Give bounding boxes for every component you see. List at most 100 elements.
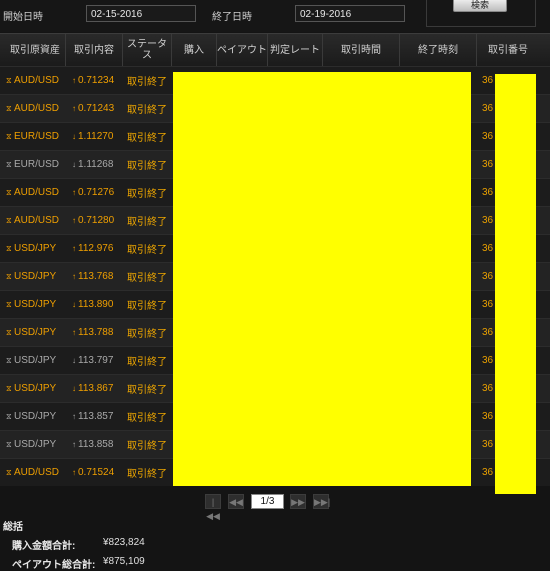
- start-date-input[interactable]: 02-15-2016: [86, 5, 196, 22]
- asset-cell: ⧖ AUD/USD: [6, 207, 59, 234]
- asset-cell: ⧖ USD/JPY: [6, 319, 56, 346]
- summary-title: 総括: [3, 522, 23, 533]
- rate-cell: ↑ 0.71243: [72, 95, 114, 122]
- column-header-trade-time[interactable]: 取引時間: [322, 34, 399, 66]
- arrow-up-icon: ↑: [72, 468, 76, 477]
- trade-number-cell: 36: [482, 355, 494, 366]
- asset-label: USD/JPY: [14, 327, 57, 338]
- hourglass-icon: ⧖: [6, 299, 12, 309]
- column-header-judge-rate[interactable]: 判定レート: [267, 34, 322, 66]
- redaction-block-number: [495, 74, 536, 494]
- trade-number-cell: 36: [482, 75, 494, 86]
- column-header-content[interactable]: 取引内容: [65, 34, 122, 66]
- asset-label: USD/JPY: [14, 383, 57, 394]
- trade-number-cell: 36: [482, 131, 494, 142]
- arrow-up-icon: ↑: [72, 76, 76, 85]
- status-cell: 取引終了: [127, 441, 167, 452]
- rate-value: 113.788: [78, 327, 114, 338]
- arrow-down-icon: ↓: [72, 132, 76, 141]
- column-header-status[interactable]: ステータス: [122, 34, 171, 66]
- rate-value: 0.71276: [78, 187, 115, 198]
- trade-number-cell: 36: [482, 327, 494, 338]
- hourglass-icon: ⧖: [6, 103, 12, 113]
- arrow-up-icon: ↑: [72, 328, 76, 337]
- asset-cell: ⧖ EUR/USD: [6, 123, 59, 150]
- hourglass-icon: ⧖: [6, 215, 12, 225]
- payout-total-label: ペイアウト総合計:: [12, 560, 96, 571]
- asset-cell: ⧖ USD/JPY: [6, 291, 56, 318]
- status-cell: 取引終了: [127, 105, 167, 116]
- rate-cell: ↓ 113.797: [72, 347, 113, 374]
- column-header-payout[interactable]: ペイアウト: [216, 34, 267, 66]
- asset-label: AUD/USD: [14, 187, 60, 198]
- trade-number-cell: 36: [482, 411, 494, 422]
- rate-value: 113.857: [78, 411, 114, 422]
- asset-label: USD/JPY: [14, 299, 57, 310]
- pager-prev-button[interactable]: ◀◀: [228, 494, 244, 509]
- status-cell: 取引終了: [127, 133, 167, 144]
- pager-page-input[interactable]: 1/3: [251, 494, 284, 509]
- search-button[interactable]: 検索: [453, 0, 507, 12]
- asset-cell: ⧖ AUD/USD: [6, 67, 59, 94]
- hourglass-icon: ⧖: [6, 75, 12, 85]
- hourglass-icon: ⧖: [6, 467, 12, 477]
- trade-number-cell: 36: [482, 439, 494, 450]
- arrow-up-icon: ↑: [72, 272, 76, 281]
- asset-label: USD/JPY: [14, 439, 57, 450]
- asset-label: USD/JPY: [14, 271, 57, 282]
- column-header-end-time[interactable]: 終了時刻: [399, 34, 476, 66]
- rate-cell: ↑ 0.71280: [72, 207, 114, 234]
- hourglass-icon: ⧖: [6, 439, 12, 449]
- asset-cell: ⧖ USD/JPY: [6, 263, 56, 290]
- rate-cell: ↑ 113.768: [72, 263, 113, 290]
- pager-next-button[interactable]: ▶▶: [290, 494, 306, 509]
- rate-cell: ↑ 113.858: [72, 431, 113, 458]
- arrow-down-icon: ↓: [72, 356, 76, 365]
- hourglass-icon: ⧖: [6, 327, 12, 337]
- trade-number-cell: 36: [482, 243, 494, 254]
- asset-cell: ⧖ USD/JPY: [6, 403, 56, 430]
- trade-number-cell: 36: [482, 299, 494, 310]
- rate-cell: ↓ 1.11270: [72, 123, 113, 150]
- end-date-label: 終了日時: [212, 12, 252, 23]
- asset-label: EUR/USD: [14, 131, 60, 142]
- status-cell: 取引終了: [127, 357, 167, 368]
- trade-number-cell: 36: [482, 187, 494, 198]
- trade-number-cell: 36: [482, 271, 494, 282]
- rate-value: 0.71243: [78, 103, 115, 114]
- status-cell: 取引終了: [127, 161, 167, 172]
- trade-number-cell: 36: [482, 383, 494, 394]
- start-date-label: 開始日時: [3, 12, 43, 23]
- pager-last-button[interactable]: ▶▶|: [313, 494, 330, 509]
- arrow-up-icon: ↑: [72, 412, 76, 421]
- arrow-up-icon: ↑: [72, 440, 76, 449]
- rate-cell: ↑ 112.976: [72, 235, 113, 262]
- asset-cell: ⧖ EUR/USD: [6, 151, 59, 178]
- column-header-trade-number[interactable]: 取引番号: [476, 34, 539, 66]
- status-cell: 取引終了: [127, 77, 167, 88]
- status-cell: 取引終了: [127, 217, 167, 228]
- column-header-asset[interactable]: 取引原資産: [6, 34, 64, 66]
- column-header-purchase[interactable]: 購入: [171, 34, 216, 66]
- rate-value: 113.797: [78, 355, 114, 366]
- trade-number-cell: 36: [482, 103, 494, 114]
- end-date-input[interactable]: 02-19-2016: [295, 5, 405, 22]
- rate-cell: ↑ 113.857: [72, 403, 113, 430]
- rate-cell: ↓ 113.867: [72, 375, 113, 402]
- redaction-block-main: [173, 72, 471, 486]
- asset-label: AUD/USD: [14, 467, 60, 478]
- rate-value: 0.71280: [78, 215, 115, 226]
- asset-cell: ⧖ AUD/USD: [6, 459, 59, 486]
- pager-first-button[interactable]: |◀◀: [205, 494, 221, 521]
- asset-cell: ⧖ USD/JPY: [6, 235, 56, 262]
- status-cell: 取引終了: [127, 329, 167, 340]
- asset-cell: ⧖ USD/JPY: [6, 375, 56, 402]
- arrow-up-icon: ↑: [72, 104, 76, 113]
- trade-number-cell: 36: [482, 215, 494, 226]
- arrow-down-icon: ↓: [72, 384, 76, 393]
- rate-cell: ↑ 0.71234: [72, 67, 114, 94]
- asset-label: USD/JPY: [14, 243, 57, 254]
- rate-value: 113.867: [78, 383, 114, 394]
- rate-value: 0.71524: [78, 467, 115, 478]
- rate-value: 113.858: [78, 439, 114, 450]
